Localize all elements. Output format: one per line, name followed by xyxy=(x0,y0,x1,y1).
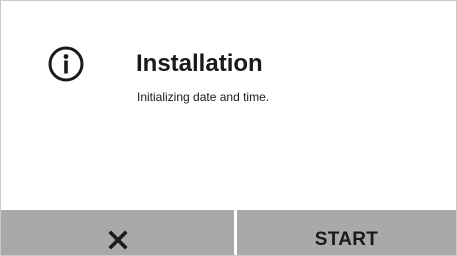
cancel-button[interactable] xyxy=(1,210,234,255)
dialog-message: Initializing date and time. xyxy=(137,90,270,104)
start-button[interactable]: START xyxy=(237,210,456,255)
info-icon xyxy=(48,46,84,82)
close-icon xyxy=(107,229,128,250)
start-button-label: START xyxy=(314,228,379,250)
installation-dialog: Installation Initializing date and time.… xyxy=(0,0,457,256)
dialog-title: Installation xyxy=(136,50,263,77)
button-bar: START xyxy=(1,210,456,255)
